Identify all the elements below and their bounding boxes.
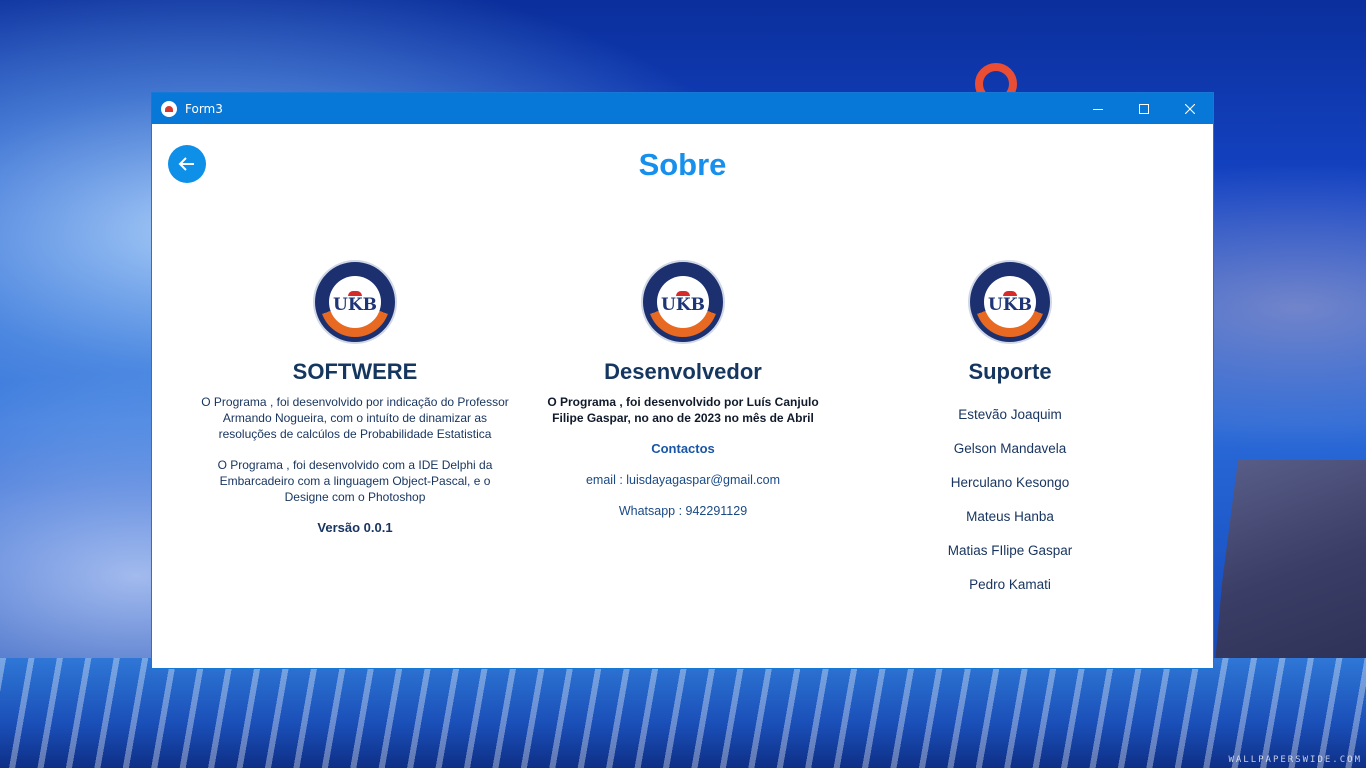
support-list: Estevão Joaquim Gelson Mandavela Hercula…: [845, 407, 1175, 611]
ukb-logo: UKB: [641, 260, 725, 344]
contacts-heading: Contactos: [651, 441, 715, 456]
whatsapp-text: Whatsapp : 942291129: [618, 504, 748, 518]
support-column: UKB Suporte Estevão Joaquim Gelson Manda…: [845, 260, 1175, 611]
wallpaper-watermark: WALLPAPERSWIDE.COM: [1228, 755, 1362, 765]
list-item: Matias FIlipe Gaspar: [947, 543, 1073, 558]
form3-window: Form3 Sobre UKB SOFTWERE O Programa , fo…: [151, 92, 1214, 669]
list-item: Herculano Kesongo: [950, 475, 1070, 490]
title-bar[interactable]: Form3: [152, 93, 1213, 124]
window-controls: [1075, 93, 1213, 124]
ukb-logo: UKB: [313, 260, 397, 344]
support-title: Suporte: [968, 359, 1052, 384]
ukb-logo: UKB: [968, 260, 1052, 344]
minimize-button[interactable]: [1075, 93, 1121, 124]
page-title: Sobre: [638, 147, 727, 182]
software-description: O Programa , foi desenvolvido por indica…: [201, 395, 509, 441]
email-text: email : luisdayagaspar@gmail.com: [585, 473, 781, 487]
developer-description: O Programa , foi desenvolvido por Luís C…: [547, 395, 819, 425]
close-icon: [1185, 103, 1195, 114]
close-button[interactable]: [1167, 93, 1213, 124]
list-item: Estevão Joaquim: [958, 407, 1062, 422]
developer-title: Desenvolvedor: [604, 359, 762, 384]
app-icon: [161, 100, 177, 117]
minimize-icon: [1093, 108, 1103, 110]
about-content: Sobre UKB SOFTWERE O Programa , foi dese…: [152, 124, 1213, 668]
developer-column: UKB Desenvolvedor O Programa , foi desen…: [518, 260, 848, 518]
list-item: Mateus Hanba: [966, 509, 1054, 524]
version-label: Versão 0.0.1: [317, 520, 393, 535]
list-item: Gelson Mandavela: [953, 441, 1067, 456]
window-title: Form3: [185, 101, 223, 116]
maximize-button[interactable]: [1121, 93, 1167, 124]
software-column: UKB SOFTWERE O Programa , foi desenvolvi…: [190, 260, 520, 535]
maximize-icon: [1139, 103, 1149, 114]
software-title: SOFTWERE: [292, 359, 418, 384]
software-tools-description: O Programa , foi desenvolvido com a IDE …: [217, 458, 493, 504]
list-item: Pedro Kamati: [969, 577, 1051, 592]
background-waves: [0, 658, 1366, 768]
